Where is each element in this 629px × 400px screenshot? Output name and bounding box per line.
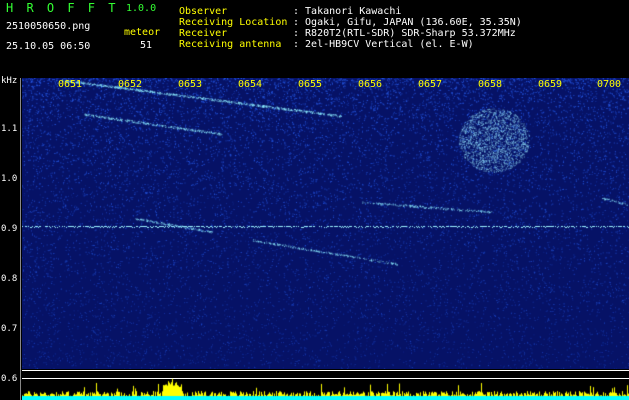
time-tick-0654: 0654 (238, 79, 263, 90)
time-tick-0653: 0653 (178, 79, 203, 90)
time-tick-0659: 0659 (538, 79, 563, 90)
freq-tick-0-8: 0.8 (1, 274, 18, 284)
meteor-count: 51 (140, 40, 153, 51)
frequency-axis (20, 78, 21, 400)
freq-tick-1-1: 1.1 (1, 124, 18, 134)
time-tick-0658: 0658 (478, 79, 503, 90)
meteor-label: meteor (124, 27, 161, 38)
time-tick-0652: 0652 (118, 79, 143, 90)
signal-level-strip (22, 378, 629, 400)
app-version: 1.0.0 (126, 3, 157, 14)
freq-tick-0-9: 0.9 (1, 224, 18, 234)
time-tick-0651: 0651 (58, 79, 83, 90)
freq-tick-0-7: 0.7 (1, 324, 18, 334)
filename-label: 2510050650.png (6, 21, 91, 32)
freq-tick-0-6: 0.6 (1, 374, 18, 384)
time-tick-0655: 0655 (298, 79, 323, 90)
antenna-label: Receiving antenna (179, 39, 282, 50)
time-tick-0657: 0657 (418, 79, 443, 90)
level-top-line (22, 370, 629, 371)
app-title: H R O F F T (6, 1, 119, 15)
freq-tick-1-0: 1.0 (1, 174, 18, 184)
spectrogram-panel (22, 78, 629, 369)
time-tick-0700: 0700 (597, 79, 622, 90)
header-panel: H R O F F T 1.0.0 2510050650.png meteor … (0, 0, 629, 76)
time-tick-0656: 0656 (358, 79, 383, 90)
datetime-label: 25.10.05 06:50 (6, 41, 91, 52)
frequency-unit: kHz (1, 76, 18, 86)
antenna-value: : 2el-HB9CV Vertical (el. E-W) (293, 39, 474, 50)
spectrogram-image (22, 78, 629, 369)
